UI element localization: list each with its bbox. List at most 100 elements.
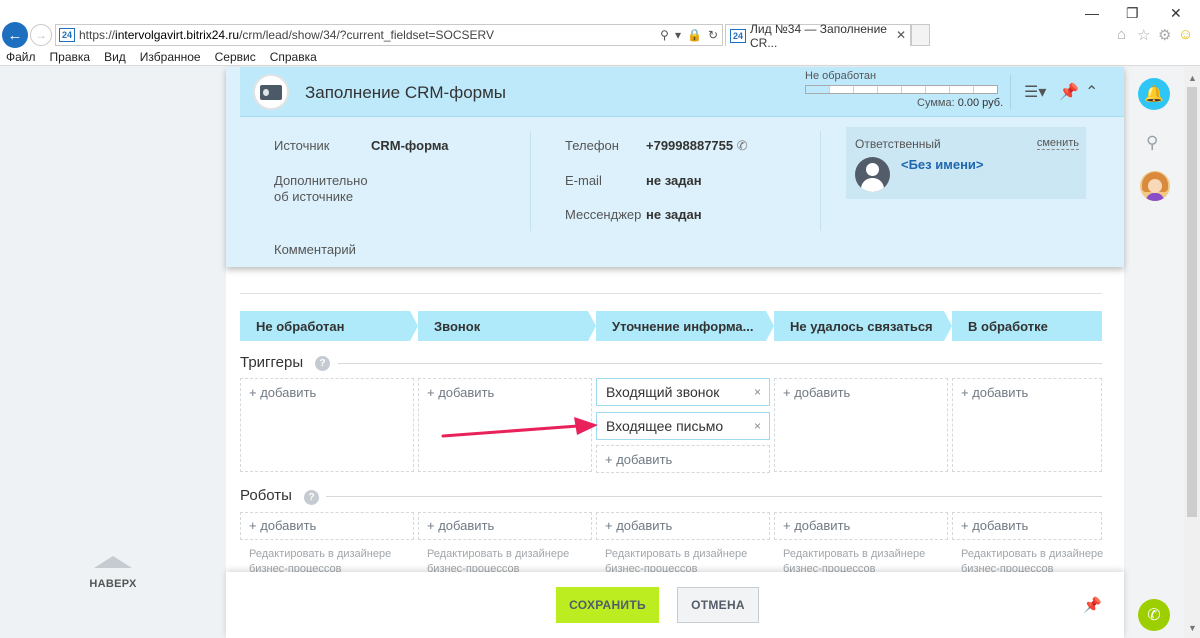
progress-segment[interactable] <box>974 86 997 93</box>
progress-segment[interactable] <box>950 86 974 93</box>
browser-toolbar: ← → 24 https://intervolgavirt.bitrix24.r… <box>0 0 1200 50</box>
status-label: Не обработан <box>805 70 877 82</box>
email-label: E-mail <box>565 173 602 188</box>
settings-gear-icon[interactable]: ⚙ <box>1158 26 1171 44</box>
add-trigger-link[interactable]: + добавить <box>783 385 850 400</box>
close-window-icon[interactable]: ✕ <box>1170 5 1182 22</box>
back-arrow-icon[interactable]: ← <box>2 22 28 48</box>
search-icon[interactable]: ⚲ <box>660 28 669 42</box>
status-progress-bar[interactable] <box>805 85 998 94</box>
triggers-rule <box>338 363 1102 364</box>
add-trigger-link[interactable]: + добавить <box>961 385 1028 400</box>
right-sidebar: 🔔 ⚲ ✆ <box>1126 67 1184 638</box>
page-scrollbar[interactable]: ▲ ▼ <box>1184 67 1200 638</box>
lock-icon[interactable]: 🔒 <box>687 28 702 42</box>
stage-pipeline: Не обработан Звонок Уточнение информа...… <box>240 311 1102 341</box>
trigger-label: Входящее письмо <box>606 418 724 434</box>
restore-icon[interactable]: ❐ <box>1126 5 1139 22</box>
add-robot-link[interactable]: + добавить <box>427 518 494 533</box>
close-tab-icon[interactable]: ✕ <box>896 28 906 42</box>
phone-label: Телефон <box>565 138 619 153</box>
messenger-value: не задан <box>646 207 702 222</box>
notifications-bell-icon[interactable]: 🔔 <box>1138 78 1170 110</box>
pipeline-divider <box>240 293 1102 294</box>
home-icon[interactable]: ⌂ <box>1117 26 1126 43</box>
crm-form-icon <box>253 74 289 110</box>
menu-view[interactable]: Вид <box>104 50 126 64</box>
stage-not-processed[interactable]: Не обработан <box>240 311 418 341</box>
progress-segment[interactable] <box>854 86 878 93</box>
source-label: Источник <box>274 138 330 153</box>
forward-arrow-icon[interactable]: → <box>30 24 52 46</box>
smiley-feedback-icon[interactable]: ☺ <box>1178 26 1193 43</box>
menu-help[interactable]: Справка <box>270 50 317 64</box>
progress-segment[interactable] <box>830 86 854 93</box>
progress-segment[interactable] <box>926 86 950 93</box>
scroll-up-arrow-icon[interactable]: ▲ <box>1188 73 1197 83</box>
add-robot-link[interactable]: + добавить <box>605 518 672 533</box>
trigger-label: Входящий звонок <box>606 384 720 400</box>
add-trigger-link[interactable]: + добавить <box>605 452 672 467</box>
change-responsible-link[interactable]: сменить <box>1036 137 1079 150</box>
extra-source-label-line2: об источнике <box>274 189 354 204</box>
menu-file[interactable]: Файл <box>6 50 36 64</box>
menu-tools[interactable]: Сервис <box>215 50 256 64</box>
new-tab-button[interactable] <box>911 24 930 46</box>
robots-rule <box>326 496 1102 497</box>
triggers-help-icon[interactable]: ? <box>315 356 330 371</box>
add-robot-link[interactable]: + добавить <box>961 518 1028 533</box>
trigger-incoming-email[interactable]: Входящее письмо × <box>596 412 770 440</box>
add-robot-link[interactable]: + добавить <box>249 518 316 533</box>
scroll-thumb[interactable] <box>1187 87 1197 517</box>
remove-trigger-icon[interactable]: × <box>754 385 761 399</box>
form-footer: СОХРАНИТЬ ОТМЕНА 📌 <box>226 572 1124 638</box>
collapse-chevron-icon[interactable]: ⌃ <box>1085 82 1098 102</box>
scroll-down-arrow-icon[interactable]: ▼ <box>1188 623 1197 633</box>
pin-icon[interactable]: 📌 <box>1083 596 1102 614</box>
progress-segment[interactable] <box>902 86 926 93</box>
dropdown-icon[interactable]: ▾ <box>675 28 681 42</box>
stage-clarification[interactable]: Уточнение информа... <box>596 311 774 341</box>
phone-call-icon[interactable]: ✆ <box>737 138 748 153</box>
progress-segment[interactable] <box>806 86 830 93</box>
stage-in-progress[interactable]: В обработке <box>952 311 1102 341</box>
refresh-icon[interactable]: ↻ <box>708 28 718 42</box>
tab-title: Лид №34 — Заполнение CR... <box>750 21 887 50</box>
responsible-avatar[interactable] <box>855 157 890 192</box>
trigger-incoming-call[interactable]: Входящий звонок × <box>596 378 770 406</box>
add-trigger-link[interactable]: + добавить <box>249 385 316 400</box>
extra-source-label-line1: Дополнительно <box>274 173 368 188</box>
user-avatar[interactable] <box>1140 171 1170 201</box>
url-text[interactable]: https://intervolgavirt.bitrix24.ru/crm/l… <box>79 28 494 42</box>
sum-value: 0.00 руб. <box>957 97 1004 109</box>
phone-call-icon[interactable]: ✆ <box>1138 599 1170 631</box>
scroll-top-button[interactable]: НАВЕРХ <box>80 556 146 590</box>
search-icon[interactable]: ⚲ <box>1146 133 1158 153</box>
browser-menubar: Файл Правка Вид Избранное Сервис Справка <box>0 48 1200 66</box>
scroll-top-label: НАВЕРХ <box>89 578 137 590</box>
pin-icon[interactable]: 📌 <box>1059 82 1079 102</box>
email-value: не задан <box>646 173 702 188</box>
add-trigger-link[interactable]: + добавить <box>427 385 494 400</box>
favorites-star-icon[interactable]: ☆ <box>1137 26 1150 44</box>
responsible-name[interactable]: <Без имени> <box>901 157 984 172</box>
save-button[interactable]: СОХРАНИТЬ <box>556 587 659 623</box>
sum-row: Сумма: 0.00 руб. <box>917 97 1003 109</box>
column-divider <box>820 131 821 231</box>
list-menu-icon[interactable]: ☰▾ <box>1024 82 1046 102</box>
robots-help-icon[interactable]: ? <box>304 490 319 505</box>
menu-favorites[interactable]: Избранное <box>140 50 201 64</box>
minimize-icon[interactable]: — <box>1085 5 1099 21</box>
stage-call[interactable]: Звонок <box>418 311 596 341</box>
stage-could-not-contact[interactable]: Не удалось связаться <box>774 311 952 341</box>
progress-segment[interactable] <box>878 86 902 93</box>
add-robot-link[interactable]: + добавить <box>783 518 850 533</box>
page-title: Заполнение CRM-формы <box>305 83 507 102</box>
menu-edit[interactable]: Правка <box>50 50 91 64</box>
address-bar[interactable]: 24 https://intervolgavirt.bitrix24.ru/cr… <box>55 24 723 46</box>
bitrix24-favicon-icon: 24 <box>730 28 746 43</box>
browser-tab[interactable]: 24 Лид №34 — Заполнение CR... ✕ <box>725 22 911 50</box>
cancel-button[interactable]: ОТМЕНА <box>677 587 759 623</box>
remove-trigger-icon[interactable]: × <box>754 419 761 433</box>
phone-value[interactable]: +79998887755 ✆ <box>646 138 748 154</box>
